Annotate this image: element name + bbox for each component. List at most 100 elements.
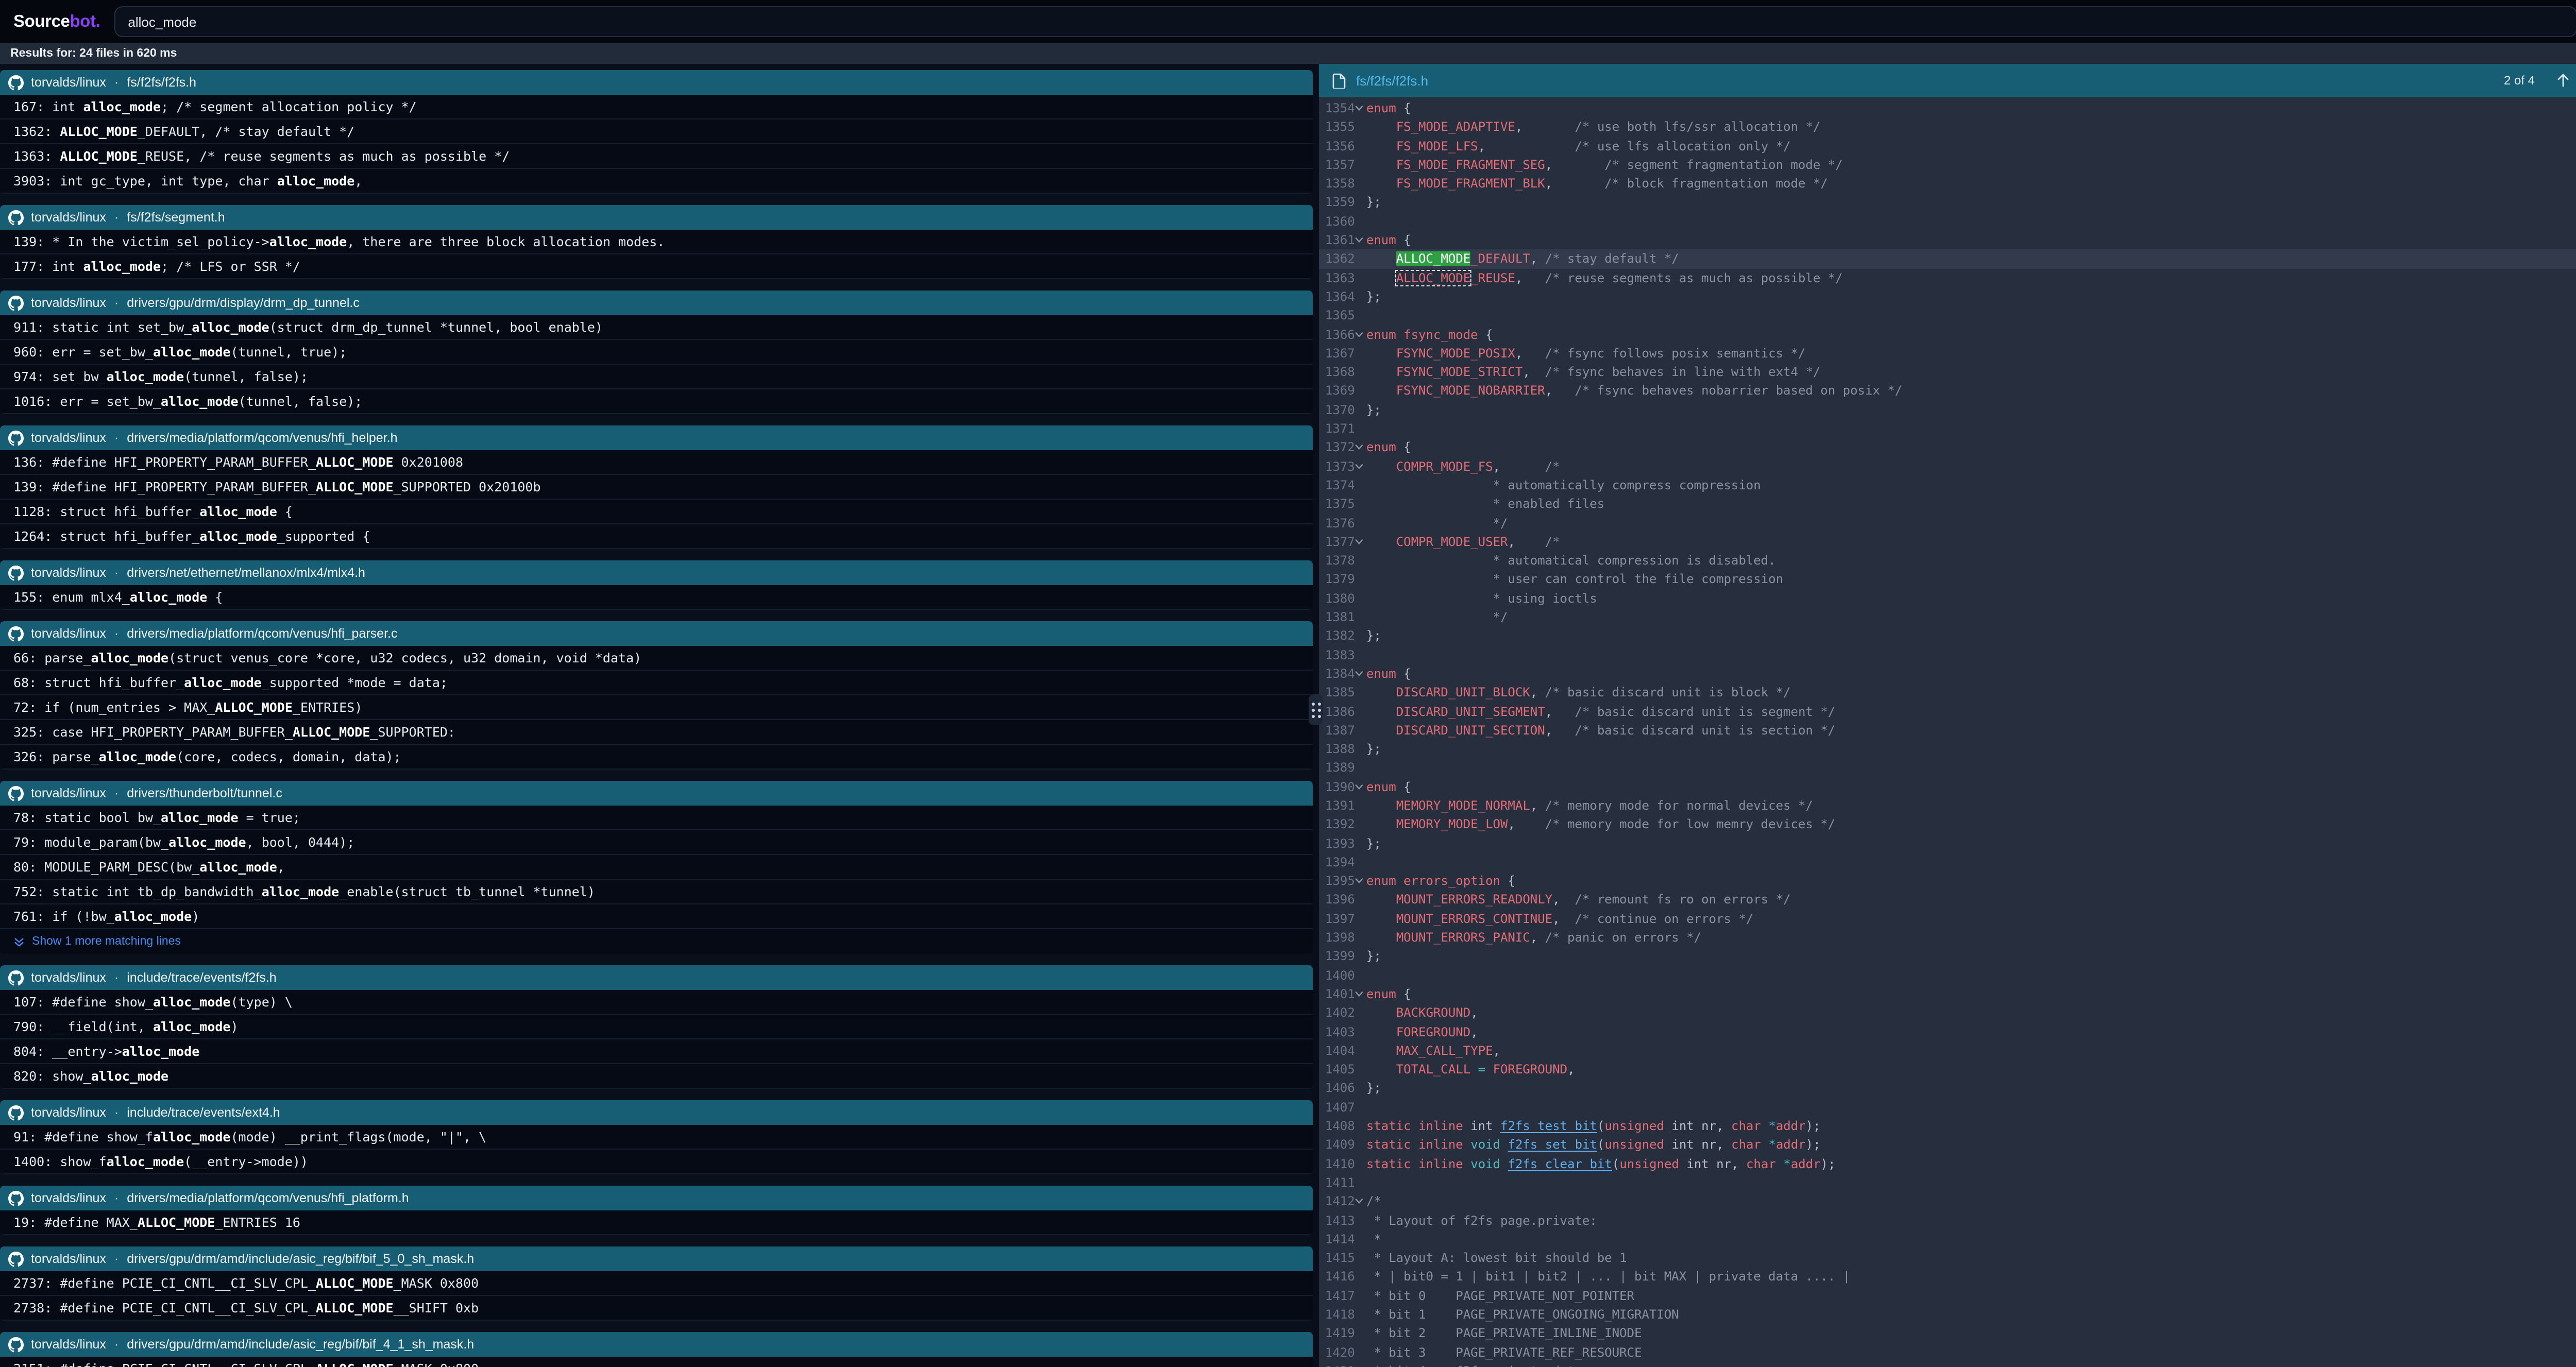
fold-chevron-icon[interactable] bbox=[1352, 457, 1366, 476]
search-match-text: ALLOC_MODE bbox=[316, 1275, 394, 1291]
match-line-row[interactable]: 66: parse_alloc_mode(struct venus_core *… bbox=[0, 646, 1313, 671]
code-text: FSYNC_MODE_NOBARRIER, /* fsync behaves n… bbox=[1366, 382, 2576, 401]
fold-chevron-icon[interactable] bbox=[1352, 325, 1366, 344]
match-line-row[interactable]: 136: #define HFI_PROPERTY_PARAM_BUFFER_A… bbox=[0, 450, 1313, 475]
code-text: _DEFAULT, /* stay default */ bbox=[138, 124, 354, 139]
fold-chevron-icon[interactable] bbox=[1352, 985, 1366, 1004]
fold-chevron-icon[interactable] bbox=[1352, 872, 1366, 891]
code-line: 1401enum { bbox=[1319, 985, 2576, 1004]
file-group-header[interactable]: torvalds/linux·drivers/media/platform/qc… bbox=[0, 1186, 1313, 1210]
panel-resize-divider[interactable] bbox=[1313, 64, 1319, 1367]
match-line-row[interactable]: 177: int alloc_mode; /* LFS or SSR */ bbox=[0, 254, 1313, 279]
file-group-header[interactable]: torvalds/linux·drivers/media/platform/qc… bbox=[0, 425, 1313, 450]
file-group-header[interactable]: torvalds/linux·include/trace/events/f2fs… bbox=[0, 965, 1313, 990]
sourcebot-logo[interactable]: Sourcebot. bbox=[13, 12, 100, 31]
match-line-row[interactable]: 1264: struct hfi_buffer_alloc_mode_suppo… bbox=[0, 524, 1313, 549]
separator-dot: · bbox=[114, 75, 118, 90]
match-line-row[interactable]: 911: static int set_bw_alloc_mode(struct… bbox=[0, 315, 1313, 340]
search-box[interactable] bbox=[114, 6, 2576, 37]
match-line-row[interactable]: 139: #define HFI_PROPERTY_PARAM_BUFFER_A… bbox=[0, 475, 1313, 500]
match-line-row[interactable]: 139: * In the victim_sel_policy->alloc_m… bbox=[0, 230, 1313, 254]
match-line-row[interactable]: 155: enum mlx4_alloc_mode { bbox=[0, 585, 1313, 610]
previous-match-button[interactable] bbox=[2553, 71, 2572, 90]
match-line-row[interactable]: 3903: int gc_type, int type, char alloc_… bbox=[0, 169, 1313, 194]
file-group-header[interactable]: torvalds/linux·fs/f2fs/segment.h bbox=[0, 205, 1313, 230]
code-line: 1364}; bbox=[1319, 287, 2576, 306]
preview-file-path[interactable]: fs/f2fs/f2fs.h bbox=[1356, 73, 1428, 88]
file-path: drivers/gpu/drm/amd/include/asic_reg/bif… bbox=[127, 1337, 474, 1352]
match-line-row[interactable]: 80: MODULE_PARM_DESC(bw_alloc_mode, bbox=[0, 855, 1313, 880]
fold-chevron-icon[interactable] bbox=[1352, 777, 1366, 796]
search-match-text: ALLOC_MODE bbox=[60, 148, 138, 164]
drag-dots-handle[interactable] bbox=[1309, 694, 1323, 725]
match-line-row[interactable]: 1128: struct hfi_buffer_alloc_mode { bbox=[0, 500, 1313, 524]
file-group-header[interactable]: torvalds/linux·drivers/gpu/drm/amd/inclu… bbox=[0, 1332, 1313, 1357]
file-group-header[interactable]: torvalds/linux·drivers/gpu/drm/display/d… bbox=[0, 291, 1313, 315]
file-group-header[interactable]: torvalds/linux·include/trace/events/ext4… bbox=[0, 1100, 1313, 1125]
match-line-row[interactable]: 91: #define show_falloc_mode(mode) __pri… bbox=[0, 1125, 1313, 1150]
match-line-row[interactable]: 68: struct hfi_buffer_alloc_mode_support… bbox=[0, 671, 1313, 695]
fold-spacer bbox=[1352, 683, 1366, 702]
match-line-row[interactable]: 820: show_alloc_mode bbox=[0, 1064, 1313, 1089]
code-line: 1394 bbox=[1319, 853, 2576, 872]
match-line-row[interactable]: 804: __entry->alloc_mode bbox=[0, 1039, 1313, 1064]
match-line-row[interactable]: 2738: #define PCIE_CI_CNTL__CI_SLV_CPL_A… bbox=[0, 1296, 1313, 1321]
match-line-row[interactable]: 1400: show_falloc_mode(__entry->mode)) bbox=[0, 1150, 1313, 1174]
match-line-row[interactable]: 72: if (num_entries > MAX_ALLOC_MODE_ENT… bbox=[0, 695, 1313, 720]
line-number: 19: bbox=[13, 1215, 44, 1230]
match-line-row[interactable]: 19: #define MAX_ALLOC_MODE_ENTRIES 16 bbox=[0, 1210, 1313, 1235]
match-line-row[interactable]: 2151: #define PCIE_CI_CNTL__CI_SLV_CPL_A… bbox=[0, 1357, 1313, 1367]
file-group-header[interactable]: torvalds/linux·drivers/net/ethernet/mell… bbox=[0, 560, 1313, 585]
fold-chevron-icon[interactable] bbox=[1352, 438, 1366, 457]
match-line-row[interactable]: 2737: #define PCIE_CI_CNTL__CI_SLV_CPL_A… bbox=[0, 1271, 1313, 1296]
file-group-header[interactable]: torvalds/linux·fs/f2fs/f2fs.h bbox=[0, 70, 1313, 95]
match-line-row[interactable]: 974: set_bw_alloc_mode(tunnel, false); bbox=[0, 365, 1313, 389]
match-line-row[interactable]: 790: __field(int, alloc_mode) bbox=[0, 1015, 1313, 1039]
token: /* bbox=[1545, 535, 1560, 549]
token: DISCARD_UNIT_SECTION bbox=[1396, 723, 1545, 738]
match-line-row[interactable]: 1016: err = set_bw_alloc_mode(tunnel, fa… bbox=[0, 389, 1313, 414]
code-text: _SUPPORTED: bbox=[370, 724, 455, 740]
line-number: 1360 bbox=[1319, 212, 1352, 231]
file-group-header[interactable]: torvalds/linux·drivers/thunderbolt/tunne… bbox=[0, 781, 1313, 806]
token: /* panic on errors */ bbox=[1545, 930, 1701, 945]
token: /* use lfs allocation only */ bbox=[1575, 139, 1791, 153]
line-number: 1381 bbox=[1319, 608, 1352, 627]
line-number: 326: bbox=[13, 749, 52, 764]
show-more-matches-link[interactable]: Show 1 more matching lines bbox=[0, 929, 1313, 954]
token bbox=[1463, 1156, 1470, 1171]
match-line-row[interactable]: 761: if (!bw_alloc_mode) bbox=[0, 904, 1313, 929]
code-text bbox=[1366, 966, 2576, 985]
fold-chevron-icon[interactable] bbox=[1352, 533, 1366, 552]
code-text: ALLOC_MODE_REUSE, /* reuse segments as m… bbox=[1366, 268, 2576, 287]
match-line-row[interactable]: 1363: ALLOC_MODE_REUSE, /* reuse segment… bbox=[0, 144, 1313, 169]
search-match-text: alloc_mode bbox=[199, 859, 277, 875]
match-line-row[interactable]: 325: case HFI_PROPERTY_PARAM_BUFFER_ALLO… bbox=[0, 720, 1313, 745]
code-text: ALLOC_MODE_DEFAULT, /* stay default */ bbox=[1366, 250, 2576, 269]
match-line-row[interactable]: 1362: ALLOC_MODE_DEFAULT, /* stay defaul… bbox=[0, 119, 1313, 144]
token: /* basic discard unit is segment */ bbox=[1575, 704, 1836, 719]
token: int bbox=[1463, 1119, 1500, 1133]
fold-chevron-icon[interactable] bbox=[1352, 99, 1366, 118]
token: _DEFAULT bbox=[1470, 252, 1530, 266]
line-number: 1362 bbox=[1319, 250, 1352, 269]
fold-chevron-icon[interactable] bbox=[1352, 231, 1366, 250]
match-line-row[interactable]: 107: #define show_alloc_mode(type) \ bbox=[0, 990, 1313, 1015]
match-line-row[interactable]: 78: static bool bw_alloc_mode = true; bbox=[0, 806, 1313, 830]
code-text: _SUPPORTED 0x20100b bbox=[394, 479, 541, 494]
token bbox=[1366, 270, 1396, 285]
match-line-row[interactable]: 752: static int tb_dp_bandwidth_alloc_mo… bbox=[0, 880, 1313, 904]
match-line-row[interactable]: 79: module_param(bw_alloc_mode, bool, 04… bbox=[0, 830, 1313, 855]
search-input[interactable] bbox=[128, 14, 2564, 29]
token: * Layout A: lowest bit should be 1 bbox=[1366, 1251, 1627, 1265]
fold-chevron-icon[interactable] bbox=[1352, 664, 1366, 684]
match-line-row[interactable]: 167: int alloc_mode; /* segment allocati… bbox=[0, 95, 1313, 119]
match-line-row[interactable]: 326: parse_alloc_mode(core, codecs, doma… bbox=[0, 745, 1313, 770]
token bbox=[1411, 1138, 1418, 1152]
file-group-header[interactable]: torvalds/linux·drivers/gpu/drm/amd/inclu… bbox=[0, 1246, 1313, 1271]
token: ( bbox=[1597, 1138, 1604, 1152]
token: { bbox=[1396, 987, 1411, 1001]
match-line-row[interactable]: 960: err = set_bw_alloc_mode(tunnel, tru… bbox=[0, 340, 1313, 365]
file-group-header[interactable]: torvalds/linux·drivers/media/platform/qc… bbox=[0, 621, 1313, 646]
fold-chevron-icon[interactable] bbox=[1352, 1192, 1366, 1211]
